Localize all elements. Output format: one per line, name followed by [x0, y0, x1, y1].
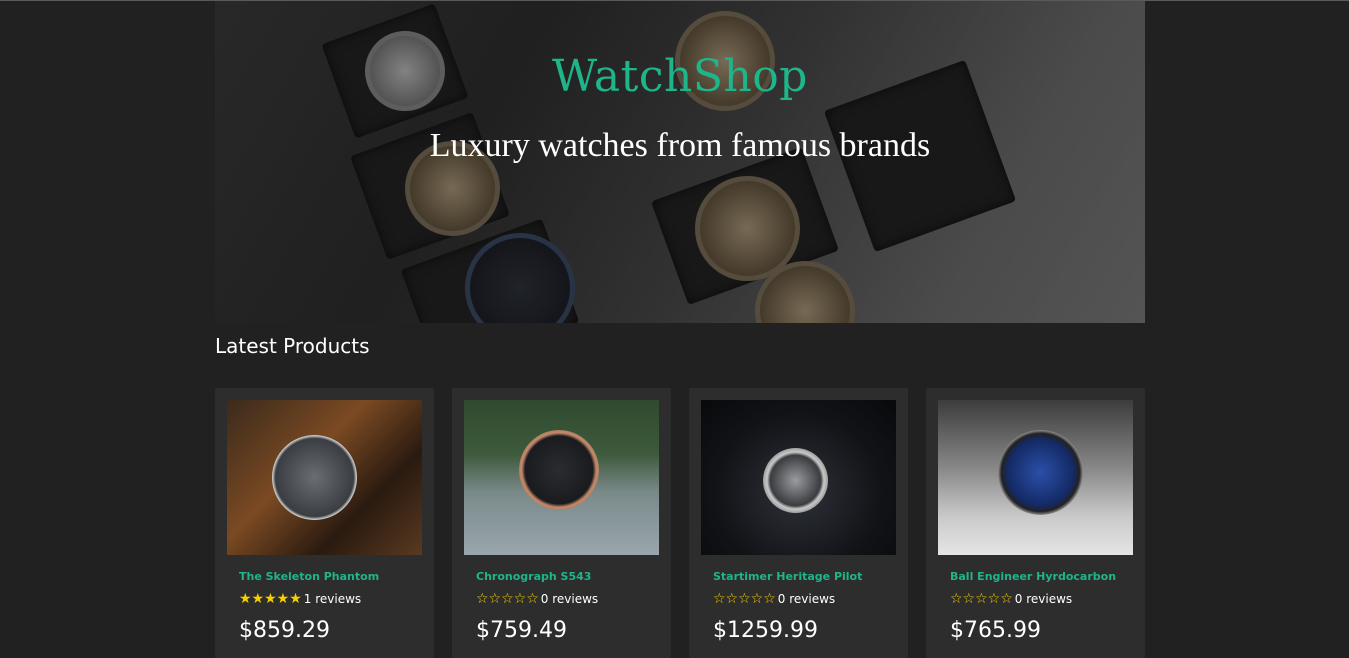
- review-count: 1 reviews: [303, 592, 362, 606]
- product-card[interactable]: Ball Engineer Hyrdocarbon ☆☆☆☆☆ 0 review…: [926, 388, 1145, 658]
- product-rating: ☆☆☆☆☆ 0 reviews: [950, 591, 1072, 607]
- product-rating: ☆☆☆☆☆ 0 reviews: [713, 591, 835, 607]
- product-image[interactable]: [227, 400, 422, 555]
- product-card[interactable]: The Skeleton Phantom ★★★★★ 1 reviews $85…: [215, 388, 434, 658]
- product-price: $1259.99: [713, 618, 818, 643]
- star-empty-icon: ☆☆☆☆☆: [713, 591, 776, 607]
- product-image[interactable]: [464, 400, 659, 555]
- product-rating: ☆☆☆☆☆ 0 reviews: [476, 591, 598, 607]
- watch-dial: [998, 430, 1083, 515]
- product-name[interactable]: Chronograph S543: [476, 570, 591, 583]
- review-count: 0 reviews: [1014, 592, 1073, 606]
- product-name[interactable]: The Skeleton Phantom: [239, 570, 379, 583]
- product-name[interactable]: Startimer Heritage Pilot: [713, 570, 862, 583]
- hero-banner: WatchShop Luxury watches from famous bra…: [215, 1, 1145, 323]
- review-count: 0 reviews: [777, 592, 836, 606]
- product-image[interactable]: [938, 400, 1133, 555]
- product-price: $859.29: [239, 618, 330, 643]
- section-title: Latest Products: [215, 334, 370, 358]
- watch-dial: [763, 448, 828, 513]
- product-price: $765.99: [950, 618, 1041, 643]
- watch-dial: [272, 435, 357, 520]
- star-empty-icon: ☆☆☆☆☆: [950, 591, 1013, 607]
- product-price: $759.49: [476, 618, 567, 643]
- review-count: 0 reviews: [540, 592, 599, 606]
- product-name[interactable]: Ball Engineer Hyrdocarbon: [950, 570, 1116, 583]
- product-card[interactable]: Startimer Heritage Pilot ☆☆☆☆☆ 0 reviews…: [689, 388, 908, 658]
- product-grid: The Skeleton Phantom ★★★★★ 1 reviews $85…: [215, 388, 1145, 658]
- product-rating: ★★★★★ 1 reviews: [239, 591, 361, 607]
- hero-title: WatchShop: [552, 51, 808, 102]
- product-image[interactable]: [701, 400, 896, 555]
- star-filled-icon: ★★★★★: [239, 591, 302, 607]
- product-card[interactable]: Chronograph S543 ☆☆☆☆☆ 0 reviews $759.49: [452, 388, 671, 658]
- star-empty-icon: ☆☆☆☆☆: [476, 591, 539, 607]
- hero-subtitle: Luxury watches from famous brands: [429, 127, 931, 164]
- watch-dial: [519, 430, 599, 510]
